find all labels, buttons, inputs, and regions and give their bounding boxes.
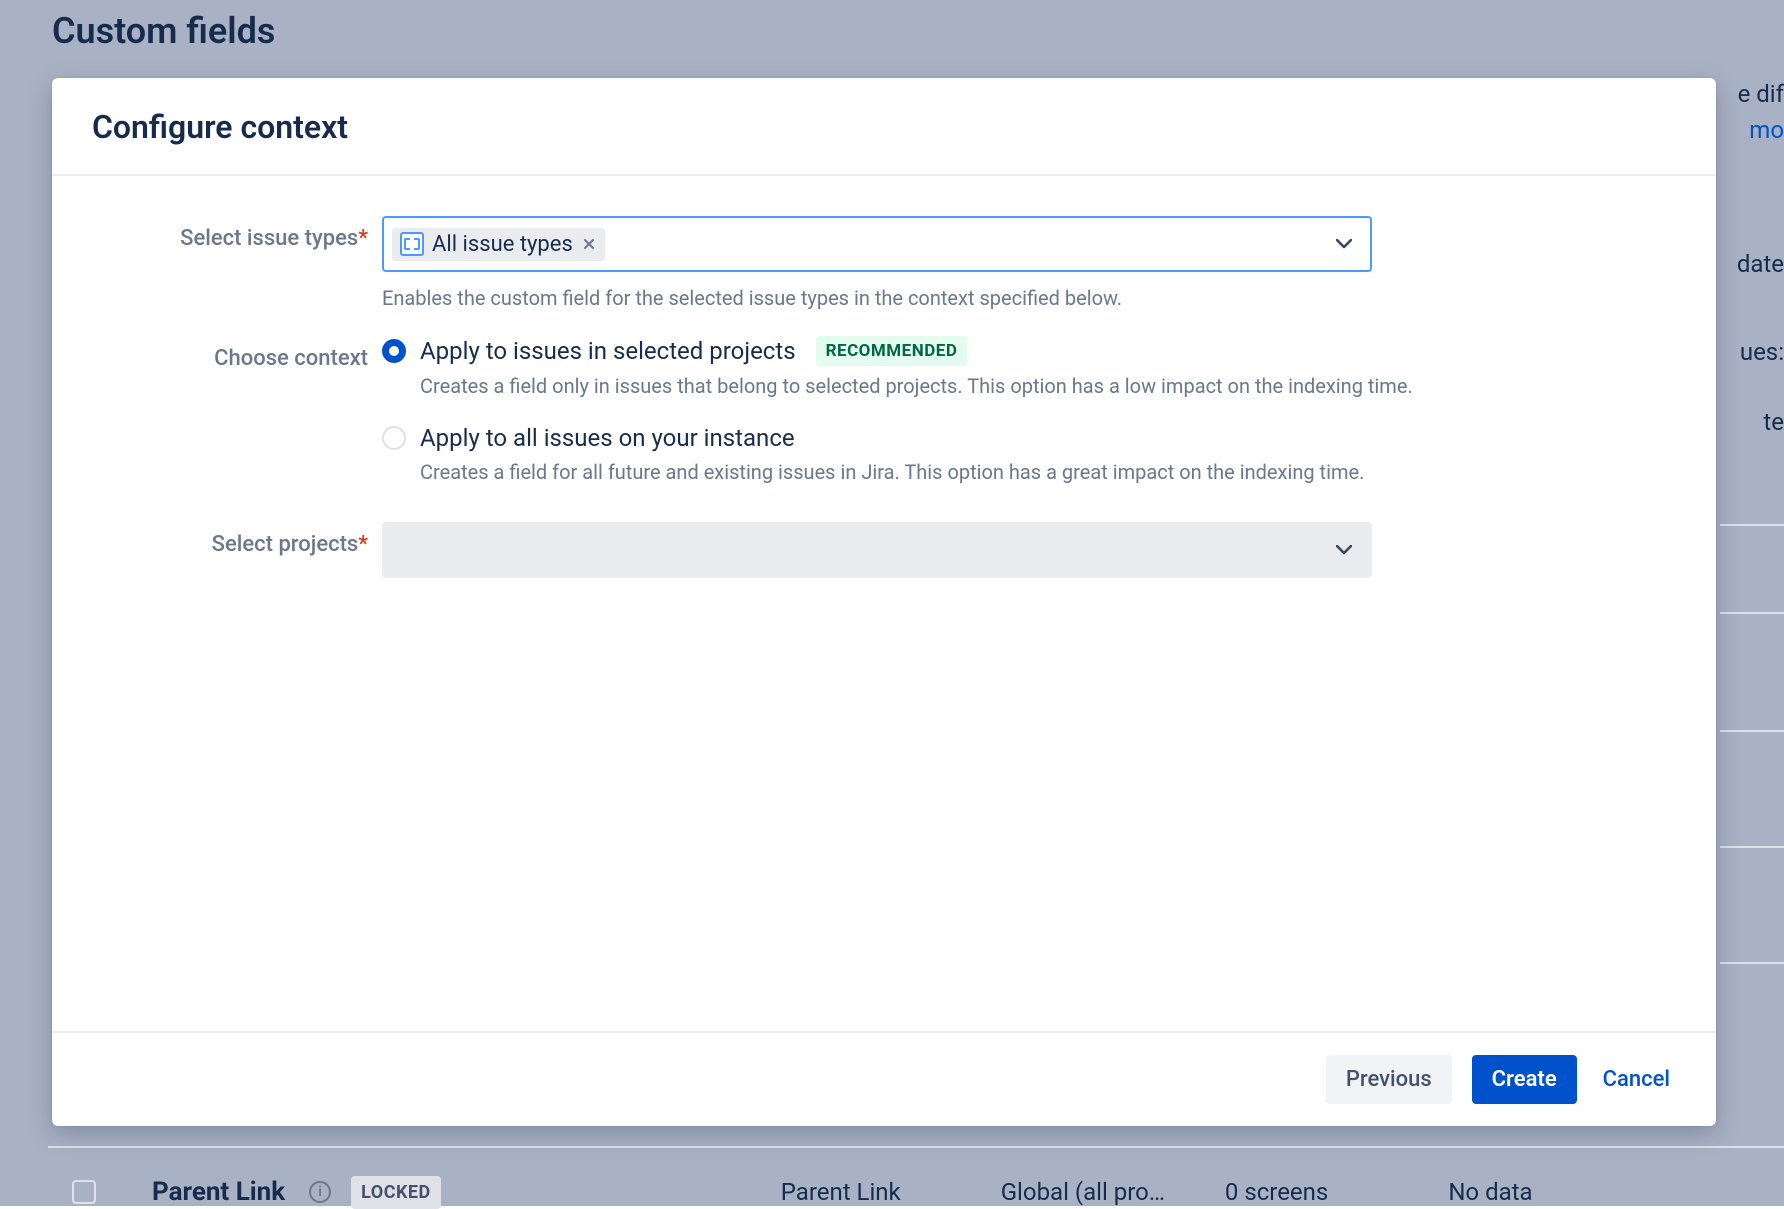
projects-select[interactable] (382, 522, 1372, 578)
field-screens: 0 screens (1225, 1178, 1328, 1206)
chevron-down-icon (1334, 234, 1354, 254)
radio-checked-icon (382, 339, 406, 363)
partial-text: ues: (1740, 338, 1784, 366)
locked-badge: LOCKED (351, 1176, 441, 1209)
issue-types-row: Select issue types* All issue types E (92, 216, 1676, 310)
partial-text: te (1763, 408, 1784, 436)
cancel-button[interactable]: Cancel (1597, 1055, 1676, 1104)
field-type: Parent Link (781, 1178, 901, 1206)
field-data: No data (1448, 1178, 1532, 1206)
modal-header: Configure context (52, 78, 1716, 176)
radio-label: Apply to all issues on your instance (420, 424, 795, 452)
projects-row: Select projects* (92, 522, 1676, 578)
context-option-selected-projects[interactable]: Apply to issues in selected projects REC… (382, 336, 1602, 366)
modal-footer: Previous Create Cancel (52, 1031, 1716, 1126)
label-text: Select projects (212, 532, 359, 557)
page-title: Custom fields (52, 10, 275, 52)
projects-label: Select projects* (92, 522, 382, 557)
modal-title: Configure context (92, 108, 1676, 146)
modal-body: Select issue types* All issue types E (52, 176, 1716, 1031)
context-row: Choose context Apply to issues in select… (92, 336, 1676, 510)
label-text: Select issue types (180, 226, 358, 251)
previous-button[interactable]: Previous (1326, 1055, 1452, 1104)
table-row: Parent Link i LOCKED Parent Link Global … (48, 1146, 1784, 1206)
row-checkbox[interactable] (72, 1180, 96, 1204)
field-name: Parent Link (152, 1177, 285, 1207)
field-context: Global (all pro… (1001, 1178, 1165, 1206)
required-asterisk: * (358, 532, 368, 557)
context-option1-help: Creates a field only in issues that belo… (420, 374, 1602, 398)
issue-types-label: Select issue types* (92, 216, 382, 251)
issue-type-chip: All issue types (392, 228, 605, 261)
context-option-all-issues[interactable]: Apply to all issues on your instance (382, 424, 1602, 452)
issue-types-select[interactable]: All issue types (382, 216, 1372, 272)
partial-text: e dif (1738, 80, 1784, 108)
partial-text: mo (1749, 116, 1784, 144)
all-issue-types-icon (400, 232, 424, 256)
chevron-down-icon (1334, 540, 1354, 560)
create-button[interactable]: Create (1472, 1055, 1577, 1104)
partial-text: date (1737, 250, 1784, 278)
chip-label: All issue types (432, 232, 573, 257)
context-option2-help: Creates a field for all future and exist… (420, 460, 1602, 484)
radio-label: Apply to issues in selected projects (420, 337, 796, 365)
required-asterisk: * (358, 226, 368, 251)
info-icon[interactable]: i (309, 1181, 331, 1203)
remove-chip-icon[interactable] (581, 236, 597, 252)
context-label: Choose context (92, 336, 382, 371)
recommended-badge: RECOMMENDED (816, 336, 968, 366)
configure-context-modal: Configure context Select issue types* Al… (52, 78, 1716, 1126)
radio-unchecked-icon (382, 426, 406, 450)
issue-types-help: Enables the custom field for the selecte… (382, 286, 1372, 310)
